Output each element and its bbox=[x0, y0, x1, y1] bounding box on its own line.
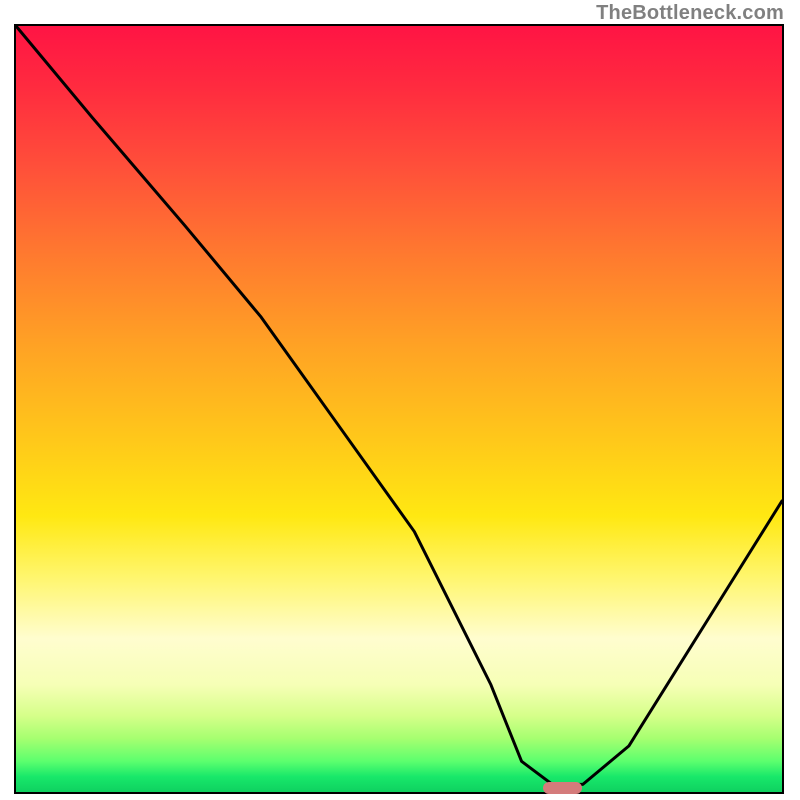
optimal-marker bbox=[543, 782, 582, 794]
curve-path bbox=[16, 26, 782, 784]
bottleneck-curve bbox=[16, 26, 782, 792]
watermark-text: TheBottleneck.com bbox=[596, 2, 784, 25]
chart-frame bbox=[14, 24, 784, 794]
